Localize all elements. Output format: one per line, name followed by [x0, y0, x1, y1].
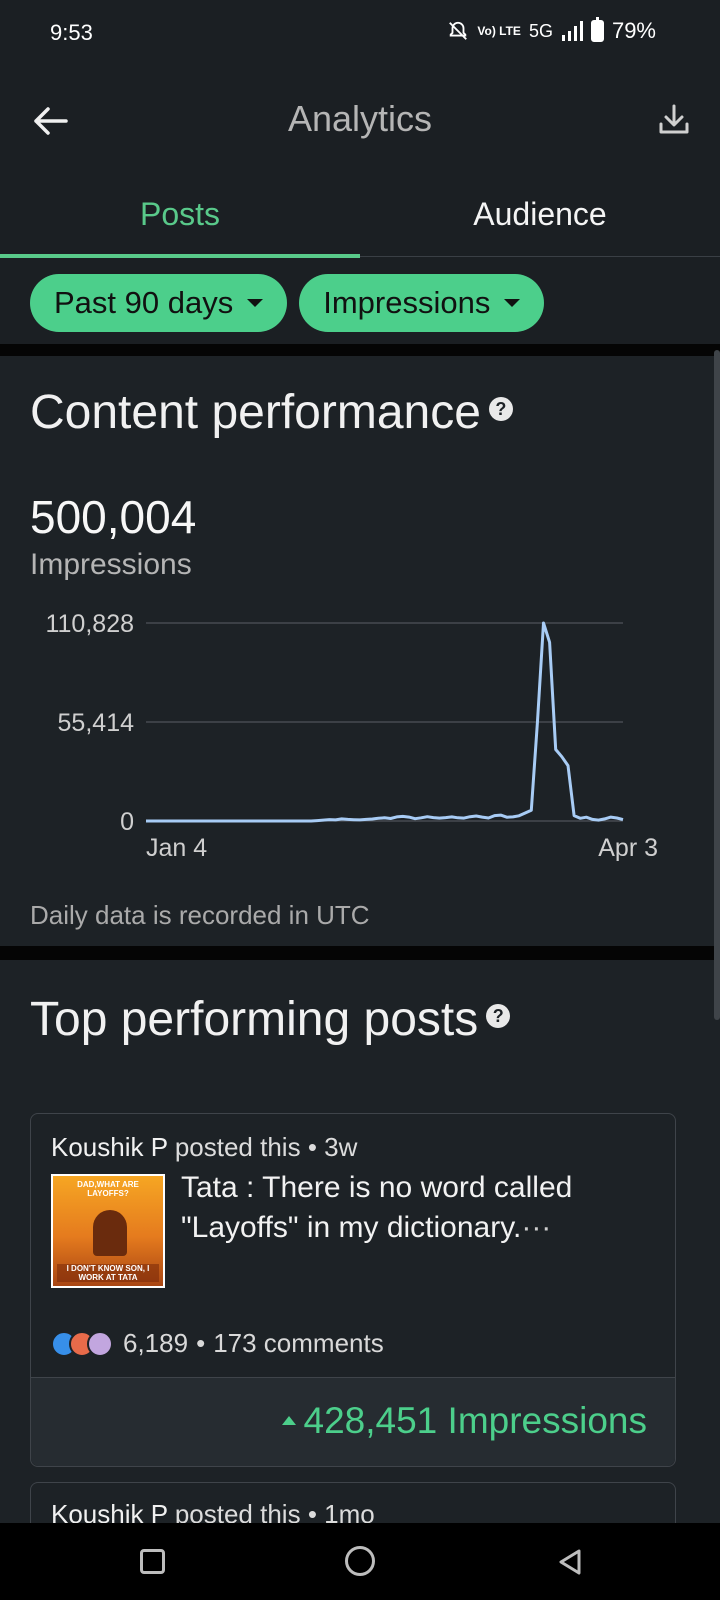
y-tick-label: 55,414	[58, 709, 135, 737]
home-icon[interactable]	[345, 1546, 375, 1576]
impressions-chart: 110,828 55,414 0 Jan 4 Apr 3	[45, 610, 658, 862]
help-icon[interactable]: ?	[486, 1004, 511, 1029]
volte-indicator: Vo) LTE	[477, 24, 521, 38]
post-text[interactable]: Tata : There is no word called "Layoffs"…	[181, 1168, 651, 1248]
battery-icon	[590, 17, 604, 42]
post-impressions-row: 428,451 Impressions	[31, 1377, 675, 1466]
trend-up-icon	[281, 1416, 296, 1425]
post-header: Koushik P posted this • 3w	[51, 1132, 357, 1163]
comment-count: 173 comments	[213, 1328, 384, 1358]
thumbnail-figure	[93, 1210, 127, 1256]
caret-down-icon	[504, 299, 521, 307]
separator-dot: •	[196, 1328, 206, 1358]
filter-chips: Past 90 days Impressions	[30, 274, 545, 332]
post-reactions[interactable]: 6,189 • 173 comments	[51, 1328, 384, 1359]
metric-label: Impressions	[323, 285, 491, 320]
thumbnail-caption-bottom: I DON'T KNOW SON, I WORK AT TATA	[57, 1264, 159, 1282]
content-performance-title: Content performance	[30, 386, 481, 439]
post-thumbnail[interactable]: DAD,WHAT ARE LAYOFFS? I DON'T KNOW SON, …	[51, 1174, 165, 1288]
post-impressions: 428,451 Impressions	[281, 1400, 647, 1442]
bell-off-icon	[449, 21, 468, 40]
post-author[interactable]: Koushik P	[51, 1132, 168, 1162]
more-ellipsis: ···	[521, 1211, 552, 1244]
content-performance-heading: Content performance?	[30, 385, 513, 440]
tab-posts[interactable]: Posts	[0, 178, 360, 256]
total-impressions-label: Impressions	[30, 548, 192, 581]
section-divider	[0, 344, 720, 356]
post-suffix: posted this	[174, 1132, 301, 1162]
top-posts-title: Top performing posts	[30, 993, 479, 1046]
top-posts-heading: Top performing posts?	[30, 992, 511, 1047]
support-reaction-icon	[87, 1330, 113, 1357]
date-range-label: Past 90 days	[54, 285, 234, 320]
recent-apps-icon[interactable]	[140, 1549, 165, 1574]
post-age: 3w	[324, 1132, 358, 1162]
status-bar: 9:53 Vo) LTE 5G 79%	[0, 0, 720, 70]
total-impressions-value: 500,004	[30, 491, 197, 543]
signal-icon	[561, 21, 583, 41]
separator-dot: •	[307, 1132, 317, 1162]
scrollbar-thumb[interactable]	[714, 350, 720, 1020]
post-impressions-value: 428,451 Impressions	[303, 1400, 647, 1441]
status-icons: Vo) LTE 5G 79%	[447, 17, 656, 44]
y-tick-label: 0	[120, 808, 134, 836]
x-tick-label: Apr 3	[598, 834, 658, 862]
download-icon[interactable]	[654, 100, 694, 140]
x-tick-label: Jan 4	[146, 834, 207, 862]
tab-bar: Posts Audience	[0, 178, 720, 258]
app-bar: Analytics	[0, 70, 720, 170]
section-divider	[0, 946, 720, 960]
thumbnail-caption-top: DAD,WHAT ARE LAYOFFS?	[77, 1180, 139, 1198]
date-range-dropdown[interactable]: Past 90 days	[30, 274, 288, 332]
help-icon[interactable]: ?	[488, 397, 513, 422]
reaction-count: 6,189	[123, 1328, 189, 1358]
tab-indicator	[0, 254, 360, 258]
status-time: 9:53	[50, 20, 93, 45]
battery-level: 79%	[611, 18, 656, 43]
system-nav-bar	[0, 1523, 720, 1600]
tab-audience[interactable]: Audience	[360, 178, 720, 256]
post-text-body: Tata : There is no word called "Layoffs"…	[181, 1171, 573, 1244]
network-type: 5G	[528, 20, 553, 41]
metric-dropdown[interactable]: Impressions	[299, 274, 545, 332]
nav-back-icon[interactable]	[555, 1547, 585, 1577]
page-title: Analytics	[287, 98, 433, 139]
utc-note: Daily data is recorded in UTC	[30, 900, 370, 930]
y-tick-label: 110,828	[45, 610, 134, 638]
caret-down-icon	[247, 299, 264, 307]
post-item[interactable]: Koushik P posted this • 3w DAD,WHAT ARE …	[30, 1113, 676, 1467]
